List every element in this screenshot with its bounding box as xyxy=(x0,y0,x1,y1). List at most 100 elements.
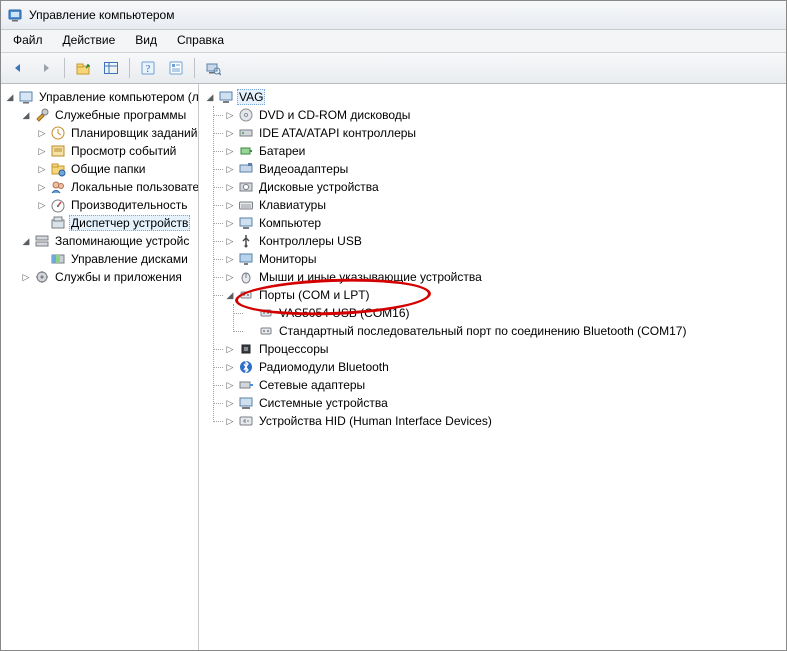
tree-node-local-users[interactable]: ▷Локальные пользовате xyxy=(35,178,198,196)
menu-help[interactable]: Справка xyxy=(167,30,234,52)
body: ◢ Управление компьютером (л ◢ Служебные … xyxy=(1,84,786,650)
forward-button[interactable] xyxy=(33,55,59,81)
event-viewer-icon xyxy=(50,143,66,159)
help-button[interactable]: ? xyxy=(135,55,161,81)
expand-icon[interactable]: ▷ xyxy=(35,180,49,194)
ports-label: Порты (COM и LPT) xyxy=(257,287,372,303)
toolbar-separator-3 xyxy=(194,58,195,78)
tree-node-services-apps[interactable]: ▷ Службы и приложения xyxy=(19,268,198,286)
services-icon xyxy=(34,269,50,285)
device-node-computer[interactable]: ▷Компьютер xyxy=(223,214,786,232)
window-title: Управление компьютером xyxy=(29,8,174,22)
toolbar-separator-2 xyxy=(129,58,130,78)
tree-root-label: Управление компьютером (л xyxy=(37,89,199,105)
monitor-icon xyxy=(238,251,254,267)
expand-icon[interactable]: ▷ xyxy=(223,180,237,194)
device-node-mice[interactable]: ▷Мыши и иные указывающие устройства xyxy=(223,268,786,286)
device-node-bluetooth[interactable]: ▷Радиомодули Bluetooth xyxy=(223,358,786,376)
device-node-display[interactable]: ▷Видеоадаптеры xyxy=(223,160,786,178)
expand-icon[interactable]: ▷ xyxy=(223,144,237,158)
device-node-dvd[interactable]: ▷DVD и CD-ROM дисководы xyxy=(223,106,786,124)
blank-icon xyxy=(243,324,257,338)
shared-folders-icon xyxy=(50,161,66,177)
properties-button[interactable] xyxy=(163,55,189,81)
device-node-usb[interactable]: ▷Контроллеры USB xyxy=(223,232,786,250)
device-tree[interactable]: ◢ VAG ▷DVD и CD-ROM дисководы ▷IDE ATA/A… xyxy=(199,84,786,434)
expand-icon[interactable]: ▷ xyxy=(35,144,49,158)
device-node-keyboards[interactable]: ▷Клавиатуры xyxy=(223,196,786,214)
collapse-icon[interactable]: ◢ xyxy=(223,288,237,302)
right-pane: ◢ VAG ▷DVD и CD-ROM дисководы ▷IDE ATA/A… xyxy=(199,84,786,650)
tree-node-event-viewer[interactable]: ▷Просмотр событий xyxy=(35,142,198,160)
expand-icon[interactable]: ▷ xyxy=(35,126,49,140)
tree-node-device-manager[interactable]: Диспетчер устройств xyxy=(35,214,198,232)
ide-icon xyxy=(238,125,254,141)
menu-action[interactable]: Действие xyxy=(53,30,126,52)
collapse-icon[interactable]: ◢ xyxy=(19,108,33,122)
hid-icon xyxy=(238,413,254,429)
expand-icon[interactable]: ▷ xyxy=(223,396,237,410)
expand-icon[interactable]: ▷ xyxy=(223,216,237,230)
device-node-monitors[interactable]: ▷Мониторы xyxy=(223,250,786,268)
collapse-icon[interactable]: ◢ xyxy=(3,90,17,104)
device-node-disk[interactable]: ▷Дисковые устройства xyxy=(223,178,786,196)
device-node-system-devices[interactable]: ▷Системные устройства xyxy=(223,394,786,412)
menubar: Файл Действие Вид Справка xyxy=(1,30,786,53)
port-icon xyxy=(258,323,274,339)
device-node-bluetooth-serial[interactable]: Стандартный последовательный порт по сое… xyxy=(243,322,786,340)
clock-icon xyxy=(50,125,66,141)
expand-icon[interactable]: ▷ xyxy=(223,270,237,284)
expand-icon[interactable]: ▷ xyxy=(223,108,237,122)
expand-icon[interactable]: ▷ xyxy=(223,234,237,248)
show-hide-tree-button[interactable] xyxy=(98,55,124,81)
computer-management-icon xyxy=(18,89,34,105)
disk-drive-icon xyxy=(238,179,254,195)
device-root[interactable]: ◢ VAG ▷DVD и CD-ROM дисководы ▷IDE ATA/A… xyxy=(203,88,786,430)
battery-icon xyxy=(238,143,254,159)
tree-root[interactable]: ◢ Управление компьютером (л ◢ Служебные … xyxy=(3,88,198,286)
expand-icon[interactable]: ▷ xyxy=(35,162,49,176)
tree-node-storage[interactable]: ◢ Запоминающие устройс Управление дискам… xyxy=(19,232,198,268)
device-node-processors[interactable]: ▷Процессоры xyxy=(223,340,786,358)
device-node-hid[interactable]: ▷Устройства HID (Human Interface Devices… xyxy=(223,412,786,430)
tree-node-performance[interactable]: ▷Производительность xyxy=(35,196,198,214)
device-node-batteries[interactable]: ▷Батареи xyxy=(223,142,786,160)
tree-node-system-tools[interactable]: ◢ Служебные программы ▷Планировщик задан… xyxy=(19,106,198,232)
users-icon xyxy=(50,179,66,195)
system-tools-label: Служебные программы xyxy=(53,107,188,123)
scan-hardware-button[interactable] xyxy=(200,55,226,81)
performance-icon xyxy=(50,197,66,213)
tree-node-shared-folders[interactable]: ▷Общие папки xyxy=(35,160,198,178)
storage-label: Запоминающие устройс xyxy=(53,233,191,249)
expand-icon[interactable]: ▷ xyxy=(223,162,237,176)
tree-node-disk-management[interactable]: Управление дисками xyxy=(35,250,198,268)
back-button[interactable] xyxy=(5,55,31,81)
svg-text:?: ? xyxy=(146,64,151,75)
up-button[interactable] xyxy=(70,55,96,81)
menu-file[interactable]: Файл xyxy=(3,30,53,52)
expand-icon[interactable]: ▷ xyxy=(223,126,237,140)
expand-icon[interactable]: ▷ xyxy=(223,378,237,392)
computer-icon xyxy=(218,89,234,105)
left-pane: ◢ Управление компьютером (л ◢ Служебные … xyxy=(1,84,199,650)
port-icon xyxy=(258,305,274,321)
device-node-ports[interactable]: ◢ Порты (COM и LPT) VAS5054 USB (COM16) … xyxy=(223,286,786,340)
expand-icon[interactable]: ▷ xyxy=(19,270,33,284)
device-node-vas5054[interactable]: VAS5054 USB (COM16) xyxy=(243,304,786,322)
expand-icon[interactable]: ▷ xyxy=(223,360,237,374)
blank-icon xyxy=(35,216,49,230)
device-node-network[interactable]: ▷Сетевые адаптеры xyxy=(223,376,786,394)
tree-node-task-scheduler[interactable]: ▷Планировщик заданий xyxy=(35,124,198,142)
left-tree[interactable]: ◢ Управление компьютером (л ◢ Служебные … xyxy=(1,84,198,290)
expand-icon[interactable]: ▷ xyxy=(223,414,237,428)
menu-view[interactable]: Вид xyxy=(125,30,167,52)
expand-icon[interactable]: ▷ xyxy=(223,198,237,212)
usb-icon xyxy=(238,233,254,249)
collapse-icon[interactable]: ◢ xyxy=(19,234,33,248)
collapse-icon[interactable]: ◢ xyxy=(203,90,217,104)
expand-icon[interactable]: ▷ xyxy=(223,342,237,356)
device-node-ide[interactable]: ▷IDE ATA/ATAPI контроллеры xyxy=(223,124,786,142)
expand-icon[interactable]: ▷ xyxy=(35,198,49,212)
cpu-icon xyxy=(238,341,254,357)
tools-icon xyxy=(34,107,50,123)
